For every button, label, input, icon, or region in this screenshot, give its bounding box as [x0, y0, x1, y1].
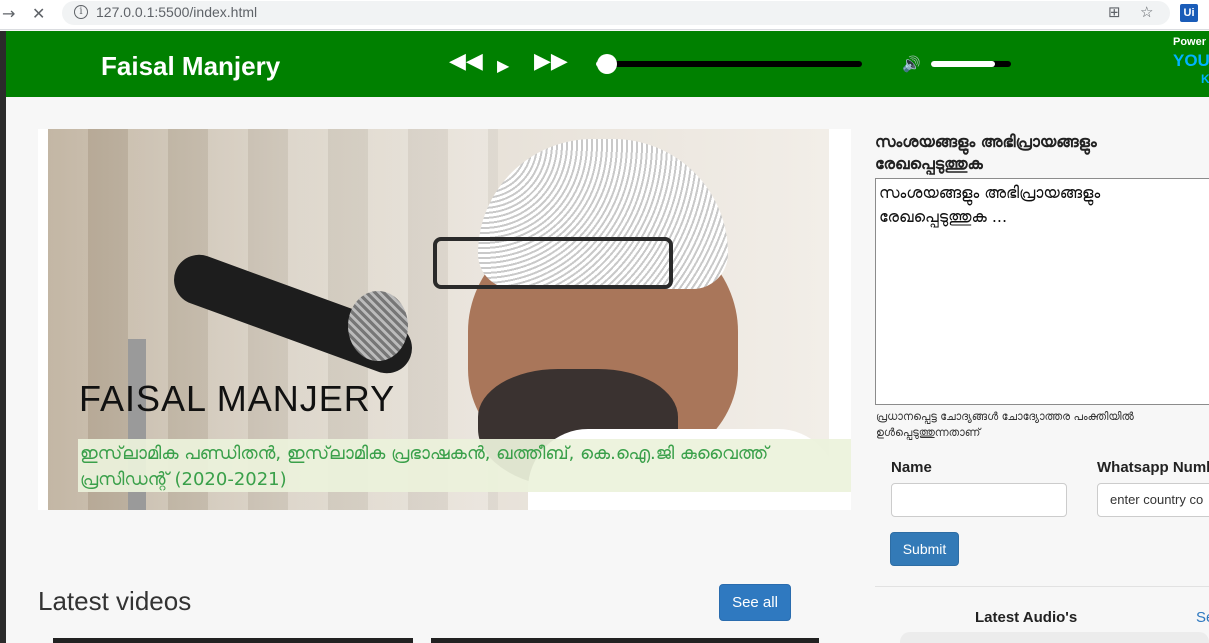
- see-all-audio-link[interactable]: Se: [1196, 609, 1209, 626]
- whatsapp-input[interactable]: enter country co: [1097, 483, 1209, 517]
- close-icon[interactable]: ✕: [32, 4, 45, 23]
- divider: [875, 586, 1209, 587]
- star-icon[interactable]: ☆: [1140, 3, 1153, 21]
- url-text[interactable]: 127.0.0.1:5500/index.html: [96, 4, 257, 20]
- feedback-textarea[interactable]: സംശയങ്ങളും അഭിപ്രായങ്ങളും രേഖപ്പെടുത്തുക…: [875, 178, 1209, 405]
- see-all-videos-button[interactable]: See all: [719, 584, 791, 621]
- volume-icon[interactable]: 🔊: [902, 55, 921, 73]
- powered-brand[interactable]: YOU: [1173, 51, 1209, 71]
- address-bar[interactable]: i 127.0.0.1:5500/index.html ⊞ ☆: [62, 1, 1170, 25]
- latest-videos-heading: Latest videos: [38, 586, 192, 616]
- rewind-icon[interactable]: ◀◀: [449, 51, 483, 73]
- name-input[interactable]: [891, 483, 1067, 517]
- hero-title: FAISAL MANJERY: [79, 378, 396, 419]
- volume-fill: [931, 61, 995, 67]
- video-card[interactable]: [431, 638, 819, 643]
- name-label: Name: [891, 459, 932, 476]
- whatsapp-label: Whatsapp Numb: [1097, 459, 1209, 476]
- powered-by-label: Power: [1173, 36, 1207, 48]
- play-icon[interactable]: ▶: [497, 55, 509, 77]
- powered-k: K: [1201, 72, 1209, 86]
- translate-icon[interactable]: ⊞: [1108, 3, 1121, 21]
- browser-toolbar: → ✕ i 127.0.0.1:5500/index.html ⊞ ☆ Ui: [0, 0, 1209, 30]
- volume-slider[interactable]: [931, 61, 1011, 67]
- info-icon[interactable]: i: [74, 5, 88, 19]
- video-card[interactable]: [53, 638, 413, 643]
- fast-forward-icon[interactable]: ▶▶: [534, 51, 568, 73]
- site-header: Faisal Manjery ◀◀ ▶ ▶▶ 🔊 Power YOU K: [6, 31, 1209, 97]
- audio-progress-bar[interactable]: [596, 54, 862, 74]
- submit-button[interactable]: Submit: [890, 532, 959, 566]
- hero-subtitle: ഇസ്‌ലാമിക പണ്ഡിതൻ, ഇസ്‌ലാമിക പ്രഭാഷകൻ, ഖ…: [78, 439, 851, 492]
- audio-card[interactable]: [900, 632, 1209, 643]
- site-brand[interactable]: Faisal Manjery: [101, 51, 280, 82]
- feedback-hint: പ്രധാനപ്പെട്ട ചോദ്യങ്ങൾ ചോദ്യോത്തര പംക്ത…: [876, 410, 1134, 439]
- latest-audio-heading: Latest Audio's: [975, 609, 1078, 626]
- window-edge: [0, 31, 6, 643]
- extension-icon[interactable]: Ui: [1180, 4, 1198, 22]
- feedback-form-title: സംശയങ്ങളും അഭിപ്രായങ്ങളും രേഖപ്പെടുത്തുക: [875, 132, 1097, 173]
- progress-knob[interactable]: [596, 54, 617, 74]
- arrow-right-icon[interactable]: →: [2, 4, 15, 23]
